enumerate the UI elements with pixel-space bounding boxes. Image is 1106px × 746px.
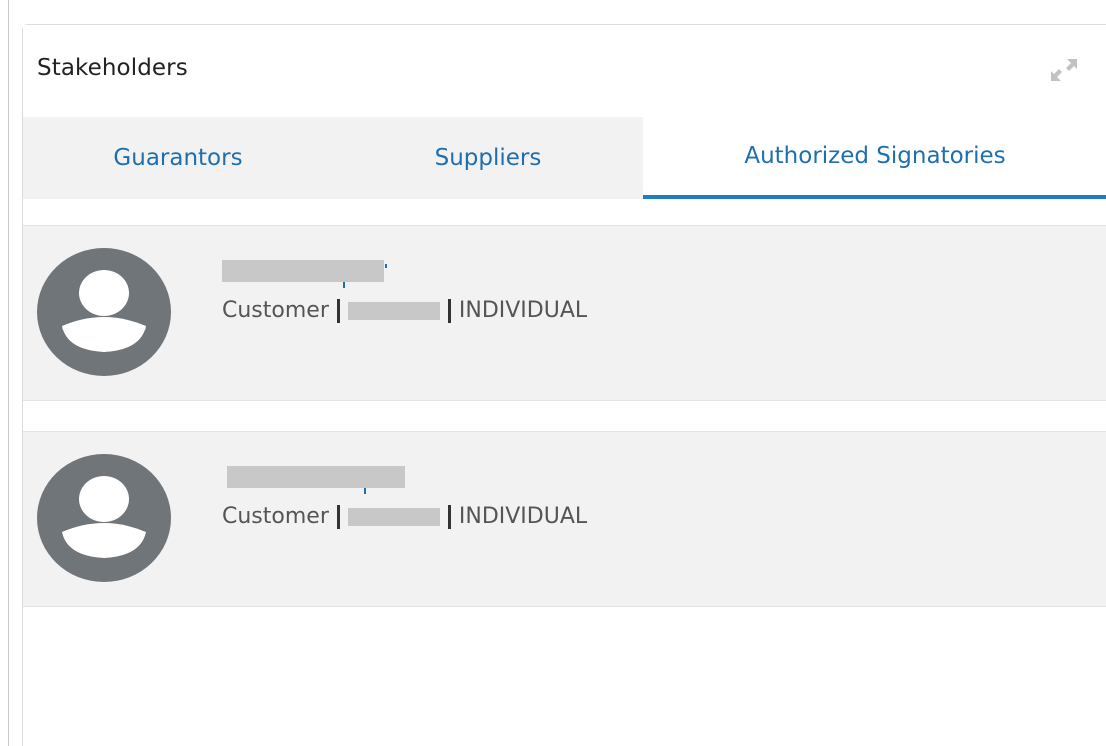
- signatory-type: INDIVIDUAL: [458, 504, 588, 529]
- meta-separator: [447, 298, 451, 323]
- signatory-type: INDIVIDUAL: [458, 298, 588, 323]
- page: Stakeholders Guarantors Suppliers Author…: [0, 0, 1106, 746]
- signatory-card[interactable]: Customer INDIVIDUAL: [23, 225, 1106, 401]
- meta-separator: [336, 298, 340, 323]
- name-marker: [385, 264, 387, 268]
- panel-title: Stakeholders: [37, 55, 188, 81]
- left-divider: [8, 0, 9, 746]
- tab-guarantors[interactable]: Guarantors: [23, 117, 333, 199]
- signatory-role: Customer: [222, 298, 329, 323]
- tab-suppliers-label: Suppliers: [434, 145, 542, 171]
- signatory-id-redacted: [347, 507, 440, 526]
- signatory-role: Customer: [222, 504, 329, 529]
- signatory-meta: Customer INDIVIDUAL: [222, 298, 587, 323]
- signatory-meta: Customer INDIVIDUAL: [222, 504, 587, 529]
- user-avatar-icon: [37, 454, 171, 582]
- signatory-name-redacted: [227, 466, 405, 488]
- tab-suppliers[interactable]: Suppliers: [333, 117, 643, 199]
- tab-authorized-signatories-label: Authorized Signatories: [744, 143, 1006, 169]
- user-avatar-icon: [37, 248, 171, 376]
- tab-guarantors-label: Guarantors: [113, 145, 243, 171]
- tab-authorized-signatories[interactable]: Authorized Signatories: [643, 117, 1106, 199]
- meta-separator: [447, 504, 451, 529]
- signatory-id-redacted: [347, 301, 440, 320]
- stakeholder-tabs: Guarantors Suppliers Authorized Signator…: [23, 117, 1106, 199]
- stakeholders-panel: Stakeholders Guarantors Suppliers Author…: [22, 24, 1106, 746]
- name-marker: [364, 488, 366, 494]
- signatory-card[interactable]: Customer INDIVIDUAL: [23, 431, 1106, 607]
- signatory-name-redacted: [222, 260, 384, 282]
- name-marker: [343, 282, 345, 288]
- expand-icon[interactable]: [1047, 55, 1081, 85]
- meta-separator: [336, 504, 340, 529]
- panel-header: Stakeholders: [23, 25, 1106, 118]
